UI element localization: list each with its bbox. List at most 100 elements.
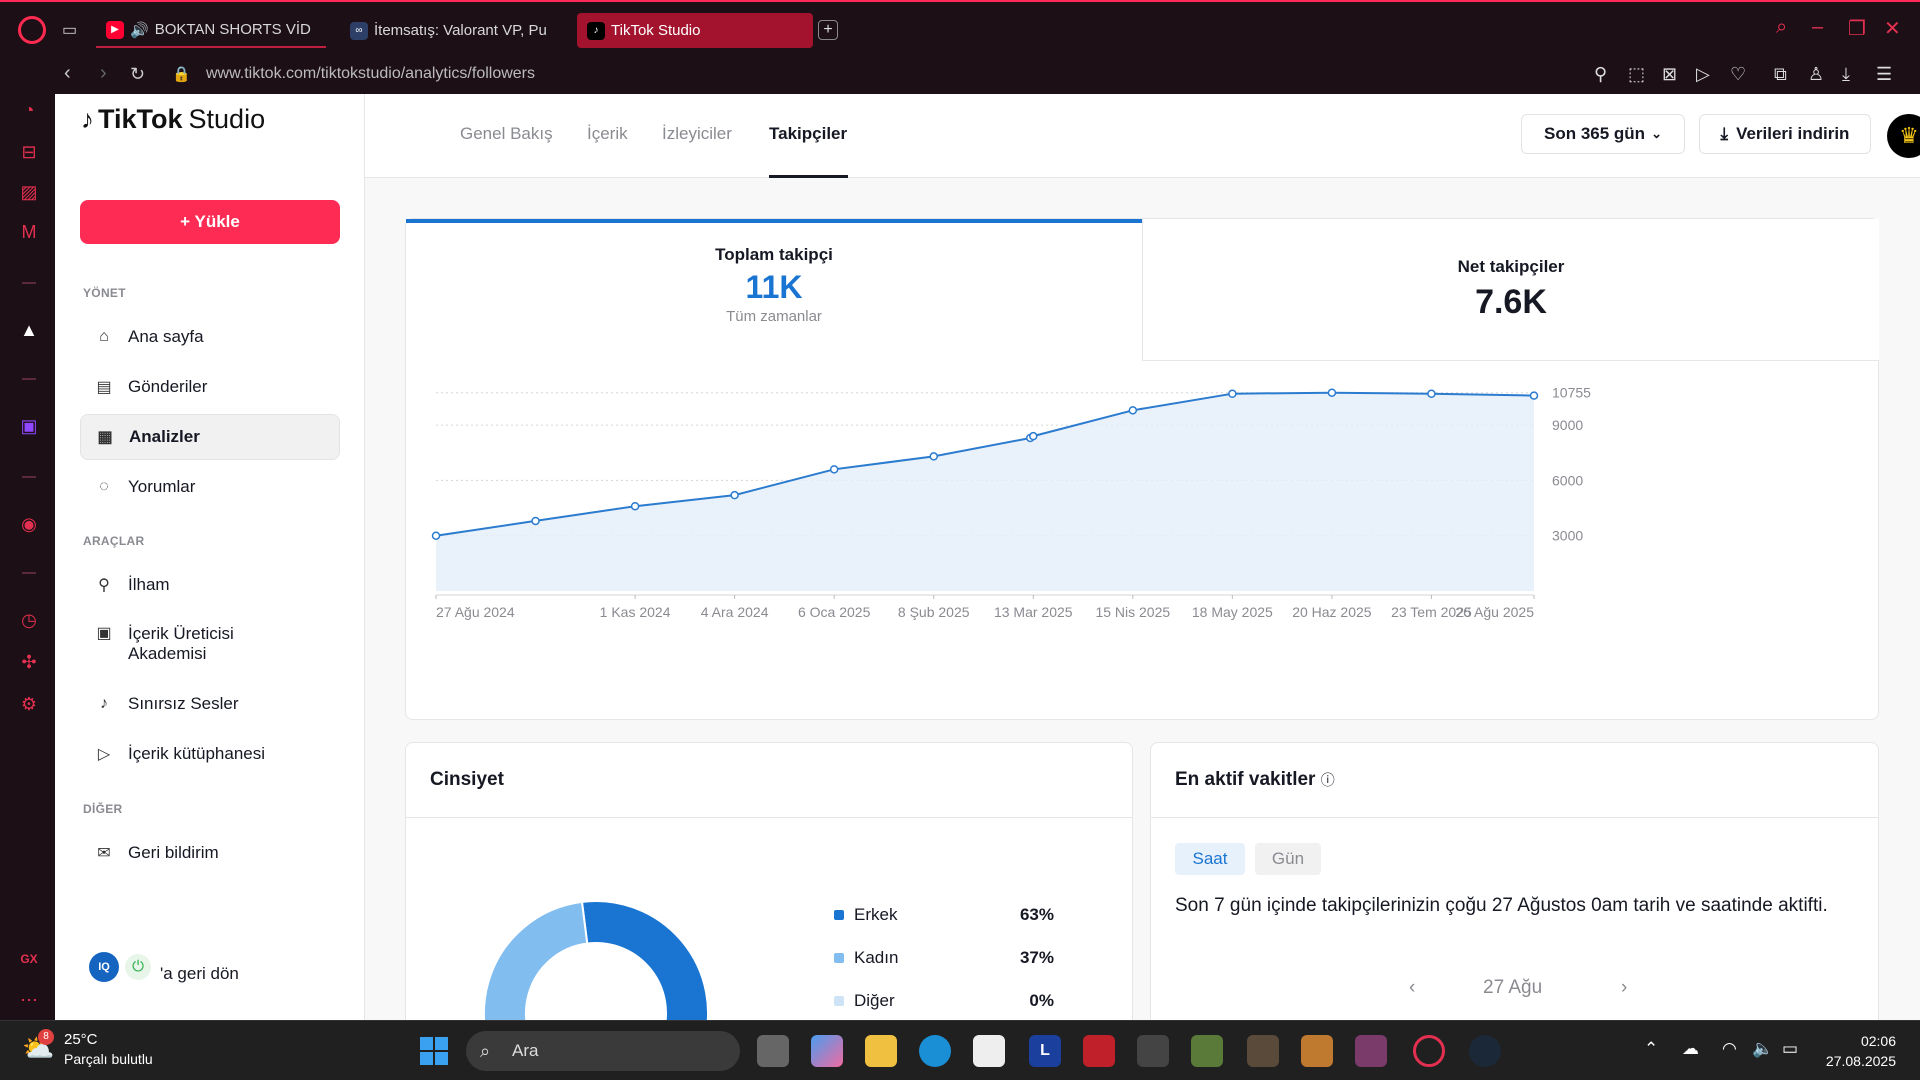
speed-dial-icon[interactable]: ◔ xyxy=(18,100,40,122)
gx-control-icon[interactable]: ⊟ xyxy=(18,142,40,164)
overlay-app-icon[interactable]: IQ xyxy=(89,952,119,982)
tiktok-studio-logo[interactable]: ♪ TikTok Studio xyxy=(81,104,265,135)
sidebar-item-library[interactable]: ▷ İçerik kütüphanesi xyxy=(80,731,340,777)
menu-icon[interactable]: ☰ xyxy=(1876,64,1892,85)
back-icon[interactable]: ‹ xyxy=(64,62,71,85)
extensions-icon[interactable]: ⧉ xyxy=(1774,64,1787,85)
date-range-select[interactable]: Son 365 gün ⌄ xyxy=(1521,114,1685,154)
toggle-hour[interactable]: Saat xyxy=(1175,843,1245,875)
sidebar-item-label: Gönderiler xyxy=(128,377,208,396)
download-icon[interactable]: ⤓ xyxy=(1842,64,1850,85)
l-app-icon[interactable]: L xyxy=(1029,1035,1061,1067)
taskbar-clock[interactable]: 02:06 27.08.2025 xyxy=(1800,1031,1896,1071)
restore-icon[interactable]: ❐ xyxy=(1848,16,1866,41)
followers-area xyxy=(436,392,1534,591)
history-icon[interactable]: ◷ xyxy=(18,610,40,632)
start-tile xyxy=(435,1037,448,1050)
forward-icon[interactable]: › xyxy=(100,62,107,85)
chevron-up-icon[interactable]: ⌃ xyxy=(1644,1039,1658,1059)
mcafee-icon[interactable] xyxy=(1083,1035,1115,1067)
snapshot-icon[interactable]: ⬚ xyxy=(1628,64,1645,85)
chevron-left-icon[interactable]: ‹ xyxy=(1409,977,1415,999)
total-followers-stat[interactable]: Toplam takipçi 11K Tüm zamanlar xyxy=(406,219,1142,361)
stat-value: 11K xyxy=(745,269,803,305)
brand-name: TikTok xyxy=(98,104,183,134)
taskbar-search[interactable]: ⌕ Ara xyxy=(466,1031,740,1071)
lock-icon[interactable]: 🔒 xyxy=(172,65,191,83)
sidebar-item-comments[interactable]: ◌ Yorumlar xyxy=(80,464,340,510)
adblock-icon[interactable]: ⊠ xyxy=(1662,64,1677,85)
hot-tabs-icon[interactable]: ▨ xyxy=(18,182,40,204)
sidebar-item-feedback[interactable]: ✉ Geri bildirim xyxy=(80,830,340,876)
avatar[interactable]: ♛ xyxy=(1887,114,1920,158)
chevron-right-icon[interactable]: › xyxy=(1621,977,1627,999)
sidebar-item-home[interactable]: ⌂ Ana sayfa xyxy=(80,314,340,360)
store-icon[interactable] xyxy=(973,1035,1005,1067)
gx-badge[interactable]: GX xyxy=(18,952,40,974)
info-icon[interactable]: ⓘ xyxy=(1321,772,1335,788)
onedrive-icon[interactable]: ☁ xyxy=(1682,1039,1699,1059)
steam-icon[interactable] xyxy=(1469,1035,1501,1067)
profile-icon[interactable]: ♙ xyxy=(1808,64,1824,85)
sidebar-divider xyxy=(22,282,36,284)
sidebar-item-inspiration[interactable]: ⚲ İlham xyxy=(80,562,340,608)
toggle-day[interactable]: Gün xyxy=(1255,843,1321,875)
volume-icon[interactable]: 🔈 xyxy=(1752,1039,1773,1059)
x-tick-label: 13 Mar 2025 xyxy=(994,604,1073,620)
aria-icon[interactable]: ▲ xyxy=(18,320,40,342)
copilot-icon[interactable] xyxy=(811,1035,843,1067)
heart-icon[interactable]: ♡ xyxy=(1730,64,1746,85)
reload-icon[interactable]: ↻ xyxy=(130,64,145,85)
opera-logo-icon[interactable] xyxy=(18,16,46,44)
wifi-icon[interactable]: ◠ xyxy=(1722,1039,1737,1059)
file-explorer-icon[interactable] xyxy=(865,1035,897,1067)
browser-tab-youtube[interactable]: ▶ 🔊 BOKTAN SHORTS VİD xyxy=(96,13,326,48)
windows-start-icon[interactable] xyxy=(420,1037,448,1065)
puzzle-icon[interactable]: ✣ xyxy=(18,652,40,674)
task-view-icon[interactable] xyxy=(757,1035,789,1067)
url-field[interactable]: www.tiktok.com/tiktokstudio/analytics/fo… xyxy=(206,65,535,83)
pin-icon[interactable]: ⚲ xyxy=(1594,64,1607,85)
workspace-icon[interactable]: ▭ xyxy=(62,20,77,40)
start-tile xyxy=(435,1052,448,1065)
play-icon[interactable]: ▷ xyxy=(1696,64,1710,85)
sidebar-item-posts[interactable]: ▤ Gönderiler xyxy=(80,364,340,410)
sidebar-item-academy[interactable]: ▣ İçerik Üreticisi Akademisi xyxy=(80,612,340,672)
tab-viewers[interactable]: İzleyiciler xyxy=(662,124,732,144)
close-icon[interactable]: ✕ xyxy=(1884,16,1901,41)
weather-temp[interactable]: 25°C xyxy=(64,1031,98,1048)
twitch-icon[interactable]: ▣ xyxy=(18,416,40,438)
net-followers-stat[interactable]: Net takipçiler 7.6K xyxy=(1142,219,1879,361)
browser-tab-tiktok-studio[interactable]: ♪ TikTok Studio xyxy=(577,13,813,48)
speaker-icon[interactable]: 🔊 xyxy=(130,21,149,39)
upload-button[interactable]: + Yükle xyxy=(80,200,340,244)
data-point xyxy=(1427,389,1436,398)
browser-tab-itemsatis[interactable]: ∞ İtemsatış: Valorant VP, Pu xyxy=(340,13,560,48)
minimize-icon[interactable]: – xyxy=(1812,16,1823,39)
sidebar-item-label: Sınırsız Sesler xyxy=(128,694,239,713)
battery-icon[interactable]: ▭ xyxy=(1782,1039,1798,1059)
search-tabs-icon[interactable]: ⌕ xyxy=(1776,16,1787,39)
data-point xyxy=(1529,391,1539,400)
game-icon[interactable] xyxy=(1301,1035,1333,1067)
game-icon[interactable] xyxy=(1247,1035,1279,1067)
tab-followers[interactable]: Takipçiler xyxy=(769,124,847,144)
more-icon[interactable]: ⋯ xyxy=(18,990,40,1012)
sidebar-item-label: Yorumlar xyxy=(128,477,196,496)
game-icon[interactable] xyxy=(1137,1035,1169,1067)
tab-overview[interactable]: Genel Bakış xyxy=(460,124,553,144)
sidebar-item-analytics[interactable]: ▦ Analizler xyxy=(80,414,340,460)
mail-icon[interactable]: M xyxy=(18,222,40,244)
followers-line-chart[interactable]: 3000 6000 9000 10755 27 Ağu 2024 1 Kas 2024 4 … xyxy=(406,369,1878,709)
new-tab-button[interactable]: + xyxy=(818,20,838,40)
player-icon[interactable]: ◉ xyxy=(18,514,40,536)
game-icon[interactable] xyxy=(1191,1035,1223,1067)
settings-icon[interactable]: ⚙ xyxy=(18,694,40,716)
download-data-button[interactable]: ⤓ Verileri indirin xyxy=(1699,114,1871,154)
tab-content[interactable]: İçerik xyxy=(587,124,628,144)
edge-icon[interactable] xyxy=(919,1035,951,1067)
power-icon[interactable]: ⏻ xyxy=(125,954,151,980)
sidebar-item-sounds[interactable]: ♪ Sınırsız Sesler xyxy=(80,681,340,727)
game-icon[interactable] xyxy=(1355,1035,1387,1067)
opera-gx-icon[interactable] xyxy=(1413,1035,1445,1067)
